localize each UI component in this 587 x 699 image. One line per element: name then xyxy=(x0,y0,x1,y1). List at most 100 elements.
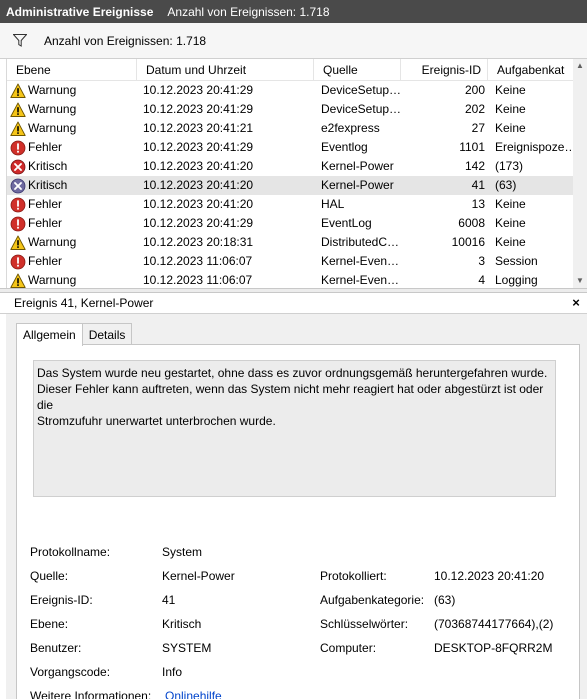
cell-datetime: 10.12.2023 11:06:07 xyxy=(143,254,253,268)
table-row[interactable]: Fehler 10.12.2023 20:41:20 HAL 13 Keine xyxy=(7,195,579,214)
prop-label-task-category: Aufgabenkategorie: xyxy=(320,593,425,607)
cell-datetime: 10.12.2023 20:41:29 xyxy=(143,83,254,97)
cell-level-text: Warnung xyxy=(28,273,77,287)
warning-icon xyxy=(10,273,26,289)
table-row[interactable]: Warnung 10.12.2023 20:41:29 DeviceSetup… 20… xyxy=(7,81,579,100)
cell-level: Kritisch xyxy=(10,176,135,195)
cell-task-category: Keine xyxy=(495,235,526,249)
cell-source: DeviceSetup… xyxy=(321,102,402,116)
column-header-event-id[interactable]: Ereignis-ID xyxy=(401,59,488,81)
prop-value-log-name: System xyxy=(162,545,203,559)
critical-icon xyxy=(10,159,26,175)
cell-level-text: Warnung xyxy=(28,235,77,249)
prop-label-log-name: Protokollname: xyxy=(30,545,111,559)
event-detail-panel: Allgemein Details Das System wurde neu g… xyxy=(6,314,587,699)
cell-level-text: Fehler xyxy=(28,197,63,211)
cell-source: e2fexpress xyxy=(321,121,380,135)
tab-general[interactable]: Allgemein xyxy=(16,323,83,346)
prop-label-level: Ebene: xyxy=(30,617,69,631)
error-icon xyxy=(10,216,26,232)
cell-level: Warnung xyxy=(10,119,135,138)
table-row[interactable]: Warnung 10.12.2023 20:41:21 e2fexpress 27 Ke… xyxy=(7,119,579,138)
cell-event-id: 200 xyxy=(464,83,485,97)
window-title: Administrative Ereignisse xyxy=(6,4,154,19)
column-header-task-category[interactable]: Aufgabenkat xyxy=(488,59,581,81)
event-detail-title: Ereignis 41, Kernel-Power xyxy=(0,293,587,314)
cell-task-category: (63) xyxy=(495,178,517,192)
cell-source: Kernel-Even… xyxy=(321,254,400,268)
table-row[interactable]: Warnung 10.12.2023 11:06:07 Kernel-Even… 4 L… xyxy=(7,271,579,288)
cell-level: Warnung xyxy=(10,271,135,288)
table-row[interactable]: Kritisch 10.12.2023 20:41:20 Kernel-Power 1… xyxy=(7,157,579,176)
cell-datetime: 10.12.2023 20:41:20 xyxy=(143,197,254,211)
cell-level-text: Warnung xyxy=(28,83,77,97)
cell-level-text: Fehler xyxy=(28,140,63,154)
table-row[interactable]: Fehler 10.12.2023 20:41:29 Eventlog 1101 Ere… xyxy=(7,138,579,157)
prop-value-source: Kernel-Power xyxy=(162,569,235,583)
cell-task-category: Keine xyxy=(495,216,526,230)
prop-label-more-info: Weitere Informationen: xyxy=(30,689,152,699)
scroll-up-icon[interactable]: ▲ xyxy=(576,61,584,70)
prop-value-computer: DESKTOP-8FQRR2M xyxy=(434,641,553,655)
cell-event-id: 13 xyxy=(471,197,485,211)
cell-task-category: Keine xyxy=(495,197,526,211)
table-row[interactable]: Kritisch 10.12.2023 20:41:20 Kernel-Power 4… xyxy=(7,176,579,195)
table-row[interactable]: Warnung 10.12.2023 20:41:29 DeviceSetup… 20… xyxy=(7,100,579,119)
cell-datetime: 10.12.2023 20:18:31 xyxy=(143,235,254,249)
filter-bar: Anzahl von Ereignissen: 1.718 xyxy=(0,23,587,59)
detail-tabs: Allgemein Details xyxy=(16,323,133,346)
cell-task-category: Session xyxy=(495,254,538,268)
close-icon[interactable]: × xyxy=(569,295,583,311)
event-description-box[interactable]: Das System wurde neu gestartet, ohne das… xyxy=(33,360,556,497)
window-titlebar: Administrative Ereignisse Anzahl von Ere… xyxy=(0,0,587,23)
column-header-level[interactable]: Ebene xyxy=(7,59,137,81)
prop-value-user: SYSTEM xyxy=(162,641,212,655)
prop-label-logged: Protokolliert: xyxy=(320,569,387,583)
cell-datetime: 10.12.2023 20:41:29 xyxy=(143,140,254,154)
warning-icon xyxy=(10,121,26,137)
cell-source: Eventlog xyxy=(321,140,368,154)
window-event-count: Anzahl von Ereignissen: 1.718 xyxy=(167,4,330,19)
prop-label-computer: Computer: xyxy=(320,641,377,655)
cell-source: Kernel-Power xyxy=(321,178,394,192)
warning-icon xyxy=(10,83,26,99)
table-row[interactable]: Warnung 10.12.2023 20:18:31 DistributedC… 1… xyxy=(7,233,579,252)
cell-level: Warnung xyxy=(10,233,135,252)
warning-icon xyxy=(10,235,26,251)
cell-level: Fehler xyxy=(10,252,135,271)
cell-level: Fehler xyxy=(10,214,135,233)
cell-event-id: 142 xyxy=(464,159,485,173)
cell-event-id: 27 xyxy=(471,121,485,135)
scroll-down-icon[interactable]: ▼ xyxy=(576,276,584,285)
prop-label-event-id: Ereignis-ID: xyxy=(30,593,93,607)
event-list-scrollbar[interactable]: ▲ ▼ xyxy=(573,59,587,288)
cell-datetime: 10.12.2023 20:41:29 xyxy=(143,102,254,116)
cell-level: Fehler xyxy=(10,138,135,157)
cell-source: EventLog xyxy=(321,216,372,230)
warning-icon xyxy=(10,102,26,118)
cell-source: Kernel-Power xyxy=(321,159,394,173)
column-header-source[interactable]: Quelle xyxy=(314,59,401,81)
table-row[interactable]: Fehler 10.12.2023 20:41:29 EventLog 6008 Kei… xyxy=(7,214,579,233)
cell-datetime: 10.12.2023 20:41:29 xyxy=(143,216,254,230)
cell-level-text: Fehler xyxy=(28,216,63,230)
cell-level: Warnung xyxy=(10,81,135,100)
filter-icon[interactable] xyxy=(13,34,27,47)
cell-source: DistributedC… xyxy=(321,235,400,249)
tab-general-content: Das System wurde neu gestartet, ohne das… xyxy=(16,344,580,699)
cell-datetime: 10.12.2023 20:41:21 xyxy=(143,121,254,135)
cell-task-category: Ereignispoze… xyxy=(495,140,577,154)
error-icon xyxy=(10,197,26,213)
column-header-datetime[interactable]: Datum und Uhrzeit xyxy=(137,59,314,81)
cell-task-category: Keine xyxy=(495,121,526,135)
cell-level-text: Warnung xyxy=(28,102,77,116)
cell-level: Warnung xyxy=(10,100,135,119)
cell-level-text: Kritisch xyxy=(28,159,68,173)
tab-details[interactable]: Details xyxy=(81,323,133,345)
prop-label-user: Benutzer: xyxy=(30,641,82,655)
cell-event-id: 6008 xyxy=(458,216,485,230)
table-row[interactable]: Fehler 10.12.2023 11:06:07 Kernel-Even… 3 Se… xyxy=(7,252,579,271)
error-icon xyxy=(10,254,26,270)
cell-source: Kernel-Even… xyxy=(321,273,400,287)
online-help-link[interactable]: Onlinehilfe xyxy=(165,689,222,699)
